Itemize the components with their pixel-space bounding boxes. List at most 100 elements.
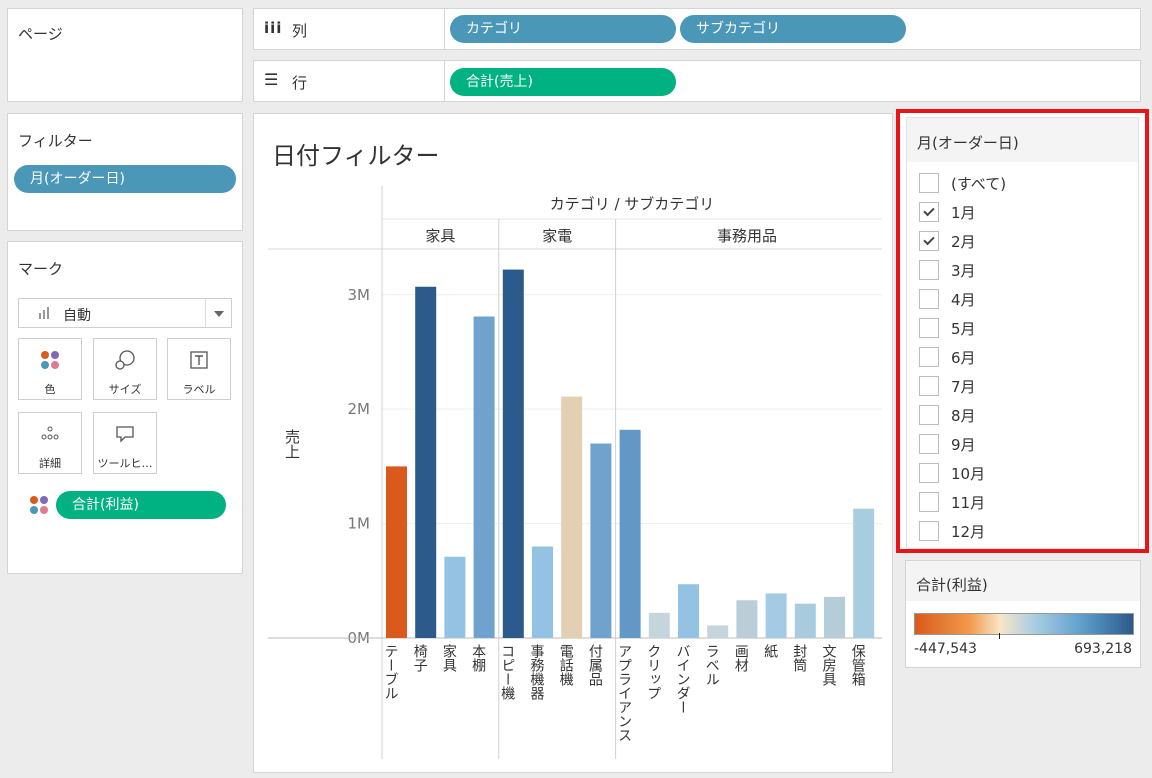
filter-option-label: 9月	[951, 435, 976, 454]
size-icon	[94, 349, 156, 371]
chevron-down-icon[interactable]	[214, 311, 224, 317]
filter-option-label: 11月	[951, 493, 986, 512]
bar	[678, 584, 699, 638]
bar	[590, 443, 612, 638]
size-button-label: サイズ	[108, 383, 142, 396]
rows-shelf[interactable]: ☰ 行 合計(売上)	[253, 60, 1141, 102]
filter-pill-order-month[interactable]: 月(オーダー日)	[14, 165, 236, 193]
group-header-label: 事務用品	[717, 227, 777, 245]
bar	[415, 286, 437, 638]
checkbox[interactable]	[919, 434, 939, 454]
label-button[interactable]: ラベル	[167, 338, 231, 400]
filter-option-label: 4月	[951, 290, 976, 309]
checkbox[interactable]	[919, 492, 939, 512]
checkbox[interactable]	[919, 521, 939, 541]
checkbox-checked[interactable]	[919, 231, 939, 251]
bar	[765, 593, 787, 638]
x-tick-label: 保管箱	[850, 644, 866, 686]
worksheet-panel: 日付フィルター カテゴリ / サブカテゴリ 0M 1M 2M 3M 売上 テーブル 椅子 家具本…	[253, 113, 893, 773]
text-label-icon	[168, 349, 230, 371]
x-tick-label: クリップ	[645, 644, 661, 700]
bar	[502, 269, 524, 638]
filter-option[interactable]: 3月	[919, 257, 976, 283]
pill-sales-sum[interactable]: 合計(売上)	[450, 68, 676, 96]
group-header-label: 家具	[425, 227, 455, 245]
detail-button[interactable]: 詳細	[18, 412, 82, 474]
pill-subcategory[interactable]: サブカテゴリ	[680, 15, 906, 43]
filter-option[interactable]: 6月	[919, 344, 976, 370]
checkmark-icon	[923, 204, 935, 217]
filter-option[interactable]: (すべて)	[919, 170, 1006, 196]
checkbox[interactable]	[919, 173, 939, 193]
filter-card: 月(オーダー日) (すべて) 1月 2月 3月 4月 5月 6月 7月 8月 9月 10月 11月 12…	[906, 117, 1139, 549]
filter-option-label: 5月	[951, 319, 976, 338]
legend-max-value: 693,218	[1074, 641, 1132, 657]
legend-gradient-bar[interactable]	[914, 613, 1134, 635]
x-tick-label: バインダー	[675, 644, 691, 714]
filter-option[interactable]: 12月	[919, 518, 985, 544]
bar	[532, 546, 553, 638]
color-dots-icon	[19, 349, 81, 371]
x-tick-label: 電話機	[558, 644, 574, 687]
checkbox[interactable]	[919, 376, 939, 396]
filter-option[interactable]: 7月	[919, 373, 976, 399]
tooltip-button[interactable]: ツールヒ…	[93, 412, 157, 474]
filter-option[interactable]: 9月	[919, 431, 976, 457]
filters-panel: フィルター 月(オーダー日)	[7, 113, 243, 231]
color-button[interactable]: 色	[18, 338, 82, 400]
shelf-divider	[444, 9, 445, 49]
x-tick-label: 事務機器	[529, 644, 545, 700]
x-tick-label: コピー機	[499, 644, 515, 701]
checkbox[interactable]	[919, 405, 939, 425]
rows-icon: ☰	[264, 70, 279, 89]
filter-option-label: 7月	[951, 377, 976, 396]
detail-button-label: 詳細	[39, 457, 61, 470]
x-tick-label: 画材	[733, 644, 749, 672]
checkbox[interactable]	[919, 347, 939, 367]
x-tick-label: 椅子	[412, 644, 428, 672]
checkbox-checked[interactable]	[919, 202, 939, 222]
checkbox[interactable]	[919, 289, 939, 309]
y-tick-label: 1M	[348, 515, 371, 533]
legend-title: 合計(利益)	[916, 576, 988, 594]
checkbox[interactable]	[919, 318, 939, 338]
filter-option[interactable]: 1月	[919, 199, 976, 225]
rows-label: 行	[292, 74, 308, 92]
filters-title: フィルター	[18, 132, 93, 150]
pages-panel: ページ	[7, 8, 243, 102]
y-axis-label: 売上	[283, 429, 301, 459]
tooltip-button-label: ツールヒ…	[97, 457, 153, 470]
bar	[561, 396, 583, 638]
filter-option-label: 8月	[951, 406, 976, 425]
mark-type-value: 自動	[63, 308, 91, 324]
columns-shelf[interactable]: iii 列 カテゴリ サブカテゴリ	[253, 8, 1141, 50]
filter-option[interactable]: 2月	[919, 228, 976, 254]
y-tick-label: 2M	[348, 400, 371, 418]
detail-dots-icon	[19, 423, 81, 445]
marks-panel: マーク 自動 色 サイズ ラベル 詳細 ツールヒ… 合計(利益)	[7, 241, 243, 574]
bar	[794, 603, 816, 638]
filter-option[interactable]: 5月	[919, 315, 976, 341]
x-tick-label: 本棚	[470, 644, 486, 672]
mark-type-select[interactable]: 自動	[18, 298, 232, 328]
filter-option[interactable]: 8月	[919, 402, 976, 428]
bar-chart: カテゴリ / サブカテゴリ0M1M2M3M売上テーブル 椅子 家具 本棚家具コピー機事…	[268, 186, 882, 759]
pages-title: ページ	[18, 25, 63, 43]
checkbox[interactable]	[919, 260, 939, 280]
bar	[707, 625, 729, 638]
x-tick-label: 家具	[441, 643, 457, 672]
legend-min-value: -447,543	[914, 641, 977, 657]
bar	[824, 596, 845, 638]
filter-option[interactable]: 11月	[919, 489, 985, 515]
filter-option[interactable]: 4月	[919, 286, 976, 312]
pill-category[interactable]: カテゴリ	[450, 15, 676, 43]
size-button[interactable]: サイズ	[93, 338, 157, 400]
color-pill-profit-sum[interactable]: 合計(利益)	[56, 491, 226, 519]
filter-option[interactable]: 10月	[919, 460, 985, 486]
filter-card-header: 月(オーダー日)	[907, 118, 1138, 162]
x-tick-label: アプライアンス	[616, 644, 632, 742]
bar	[736, 600, 758, 638]
checkbox[interactable]	[919, 463, 939, 483]
marks-title: マーク	[18, 260, 64, 278]
shelf-divider	[444, 61, 445, 101]
